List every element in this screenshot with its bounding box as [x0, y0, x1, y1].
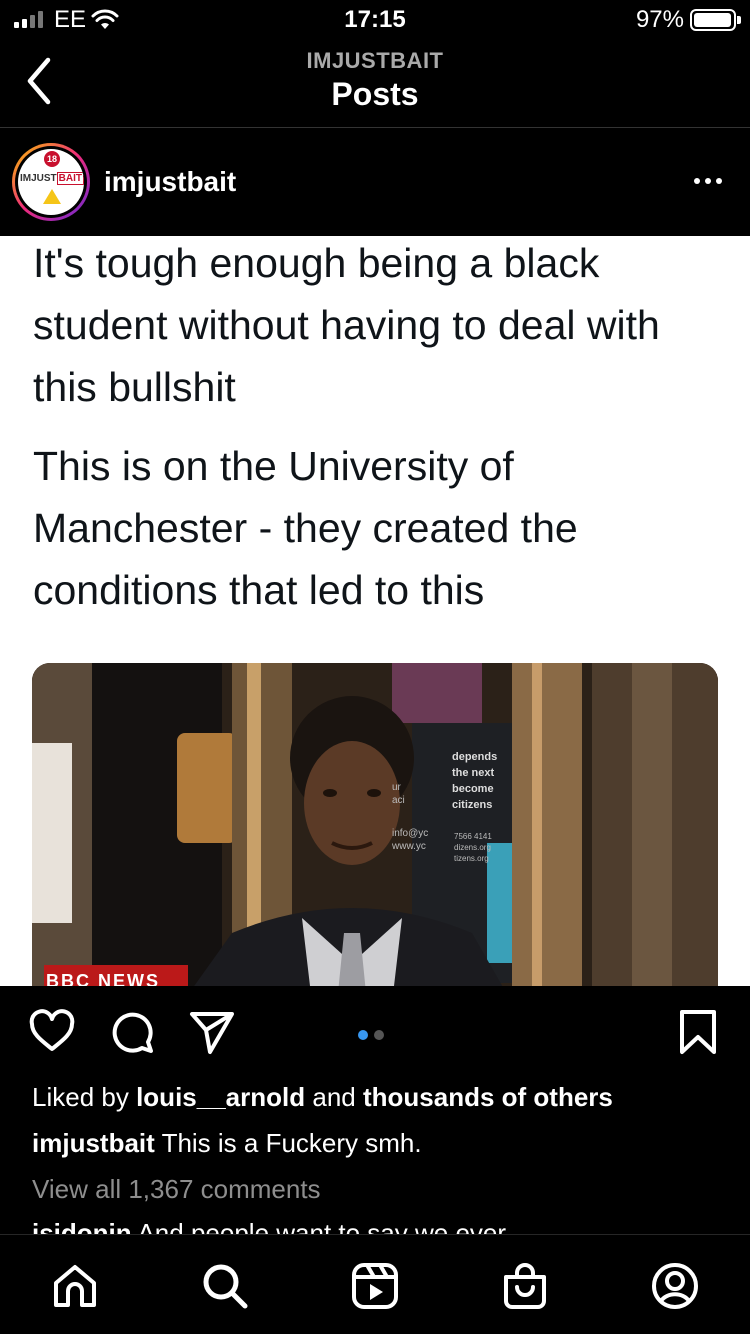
heart-icon[interactable] [28, 1008, 76, 1056]
search-icon[interactable] [200, 1261, 250, 1311]
photo-illustration [32, 663, 718, 986]
tweet-paragraph-1: It's tough enough being a black student … [33, 240, 660, 410]
sign-small-text: 7566 4141 dizens.org tizens.org [454, 832, 492, 863]
post-image[interactable]: It's tough enough being a black student … [0, 236, 750, 986]
bbc-news-banner: BBC NEWS [46, 971, 160, 986]
post-username[interactable]: imjustbait [104, 166, 236, 198]
carousel-dot [374, 1030, 384, 1040]
reels-icon[interactable] [350, 1261, 400, 1311]
likes-prefix: Liked by [32, 1082, 129, 1112]
bookmark-icon[interactable] [674, 1008, 722, 1056]
warning-icon [43, 189, 61, 204]
caption-text: This is a Fuckery smh. [161, 1128, 422, 1158]
battery-tip [737, 16, 741, 24]
action-bar [0, 986, 750, 1076]
avatar-logo-text: IMJUST BAIT [20, 172, 84, 185]
tab-bar [0, 1234, 750, 1334]
likes-others[interactable]: thousands of others [363, 1082, 613, 1112]
likes-line[interactable]: Liked by louis__arnold and thousands of … [32, 1082, 613, 1113]
carousel-dot [358, 1030, 368, 1040]
home-icon[interactable] [50, 1261, 100, 1311]
comment-text: And people want to say we ever [137, 1218, 507, 1234]
shop-icon[interactable] [500, 1261, 550, 1311]
page-title: Posts [331, 76, 419, 112]
likes-connector: and [312, 1082, 356, 1112]
tweet-paragraph-2: This is on the University of Manchester … [33, 443, 578, 613]
avatar[interactable]: 18 IMJUST BAIT [12, 143, 90, 221]
status-bar: EE 17:15 97% [0, 0, 750, 40]
account-name: IMJUSTBAIT [306, 48, 444, 73]
carousel-indicator [358, 1030, 384, 1040]
view-all-comments-link[interactable]: View all 1,367 comments [32, 1174, 321, 1205]
caption-user[interactable]: imjustbait [32, 1128, 155, 1158]
avatar-image: 18 IMJUST BAIT [18, 149, 84, 215]
caption: imjustbait This is a Fuckery smh. [32, 1128, 422, 1159]
sign-text: depends the next become citizens [452, 751, 498, 811]
sign-left-text: ur aci info@yc www.yc [392, 782, 429, 852]
comment-icon[interactable] [108, 1008, 156, 1056]
comment-preview: isidonin And people want to say we ever [32, 1216, 732, 1234]
comment-user[interactable]: isidonin [32, 1218, 132, 1234]
send-icon[interactable] [188, 1008, 236, 1056]
post-header: 18 IMJUST BAIT imjustbait [0, 128, 750, 236]
likes-user[interactable]: louis__arnold [136, 1082, 305, 1112]
more-horizontal-icon[interactable] [694, 178, 722, 184]
nav-header: IMJUSTBAIT Posts [0, 40, 750, 128]
age-badge: 18 [44, 151, 60, 167]
profile-icon[interactable] [650, 1261, 700, 1311]
tweet-photo: depends the next become citizens 7566 41… [32, 663, 718, 986]
battery-percent: 97% [635, 6, 684, 33]
battery-icon [690, 9, 736, 31]
